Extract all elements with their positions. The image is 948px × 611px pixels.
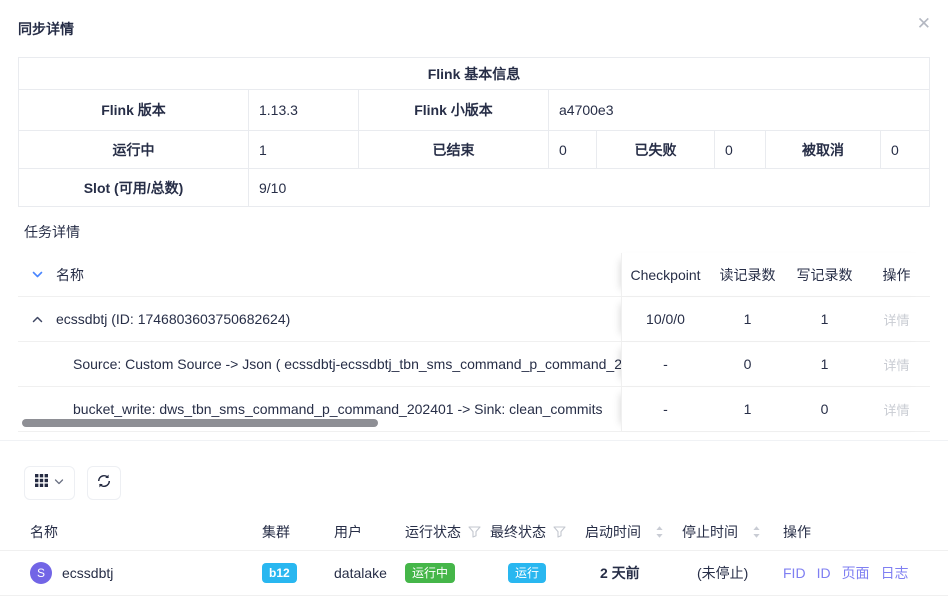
detail-link[interactable]: 详情: [883, 310, 909, 329]
slot-value: 9/10: [249, 169, 930, 207]
col-start-time: 启动时间: [585, 522, 641, 542]
fid-link[interactable]: FID: [783, 565, 806, 581]
flink-minor-version-label: Flink 小版本: [359, 90, 549, 131]
task-table-header: 名称 Checkpoint 读记录数 写记录数 操作: [18, 253, 930, 297]
drawer-header: 同步详情 ✕: [0, 0, 948, 57]
flink-version-label: Flink 版本: [19, 90, 249, 131]
col-write: 写记录数: [786, 253, 863, 296]
task-detail-table: 名称 Checkpoint 读记录数 写记录数 操作 ecssdbtj (ID:…: [18, 253, 930, 432]
column-settings-button[interactable]: [24, 466, 75, 500]
col-name: 名称: [56, 265, 84, 285]
failed-label: 已失败: [597, 131, 715, 169]
col-actions: 操作: [783, 522, 948, 542]
task-write-count: 1: [786, 297, 863, 341]
log-link[interactable]: 日志: [881, 563, 909, 583]
col-final-status: 最终状态: [490, 522, 546, 542]
table-row: Source: Custom Source -> Json ( ecssdbtj…: [18, 342, 930, 387]
task-name: bucket_write: dws_tbn_sms_command_p_comm…: [73, 401, 603, 417]
detail-link[interactable]: 详情: [883, 355, 909, 374]
job-name: ecssdbtj: [62, 565, 113, 581]
finished-label: 已结束: [359, 131, 549, 169]
grid-view-icon: [35, 474, 48, 492]
col-name: 名称: [30, 522, 58, 542]
refresh-icon: [96, 473, 112, 494]
refresh-button[interactable]: [87, 466, 121, 500]
col-checkpoint: Checkpoint: [622, 253, 709, 296]
task-read-count: 1: [709, 297, 786, 341]
task-checkpoint: 10/0/0: [622, 297, 709, 341]
task-write-count: 1: [786, 342, 863, 386]
task-name: ecssdbtj (ID: 1746803603750682624): [56, 311, 290, 327]
jobs-table-header: 名称 集群 用户 运行状态 最终状态 启动时间 停止时间 操作: [0, 513, 948, 551]
close-icon[interactable]: ✕: [917, 15, 931, 32]
sort-icon[interactable]: [655, 525, 664, 539]
id-link[interactable]: ID: [817, 565, 831, 581]
run-status-badge: 运行中: [405, 563, 455, 583]
final-status-badge: 运行: [508, 563, 546, 583]
start-time: 2 天前: [600, 563, 640, 583]
task-checkpoint: -: [622, 387, 709, 431]
table-row: ecssdbtj (ID: 1746803603750682624) 10/0/…: [18, 297, 930, 342]
flink-version-value: 1.13.3: [249, 90, 359, 131]
flink-info-table: Flink 基本信息 Flink 版本 1.13.3 Flink 小版本 a47…: [18, 57, 930, 207]
col-run-status: 运行状态: [405, 522, 461, 542]
avatar: S: [30, 562, 52, 584]
task-write-count: 0: [786, 387, 863, 431]
canceled-label: 被取消: [766, 131, 881, 169]
detail-link[interactable]: 详情: [883, 400, 909, 419]
sort-icon[interactable]: [752, 525, 761, 539]
toolbar: [24, 466, 948, 500]
flink-info-title: Flink 基本信息: [19, 58, 930, 90]
horizontal-scrollbar[interactable]: [22, 419, 378, 427]
chevron-up-icon[interactable]: [30, 312, 45, 327]
table-row: S ecssdbtj b12 datalake 运行中 运行 2 天前 (未停止…: [0, 551, 948, 596]
jobs-table: 名称 集群 用户 运行状态 最终状态 启动时间 停止时间 操作: [0, 513, 948, 596]
stop-time: (未停止): [697, 563, 748, 583]
task-checkpoint: -: [622, 342, 709, 386]
task-read-count: 1: [709, 387, 786, 431]
flink-minor-version-value: a4700e3: [549, 90, 930, 131]
col-stop-time: 停止时间: [682, 522, 738, 542]
page-title: 同步详情: [18, 21, 74, 37]
chevron-down-icon[interactable]: [30, 267, 45, 282]
filter-icon[interactable]: [553, 526, 566, 538]
canceled-value: 0: [881, 131, 930, 169]
slot-label: Slot (可用/总数): [19, 169, 249, 207]
col-actions: 操作: [863, 253, 930, 296]
finished-value: 0: [549, 131, 597, 169]
task-name: Source: Custom Source -> Json ( ecssdbtj…: [73, 356, 621, 372]
task-read-count: 0: [709, 342, 786, 386]
section-divider: [0, 440, 948, 441]
running-label: 运行中: [19, 131, 249, 169]
failed-value: 0: [715, 131, 766, 169]
col-cluster: 集群: [262, 522, 334, 542]
job-user: datalake: [334, 565, 405, 581]
chevron-down-icon: [54, 474, 64, 492]
page-link[interactable]: 页面: [842, 563, 870, 583]
cluster-badge: b12: [262, 563, 297, 583]
task-section-title: 任务详情: [24, 222, 948, 242]
filter-icon[interactable]: [468, 526, 481, 538]
col-user: 用户: [334, 522, 405, 542]
running-value: 1: [249, 131, 359, 169]
col-read: 读记录数: [709, 253, 786, 296]
